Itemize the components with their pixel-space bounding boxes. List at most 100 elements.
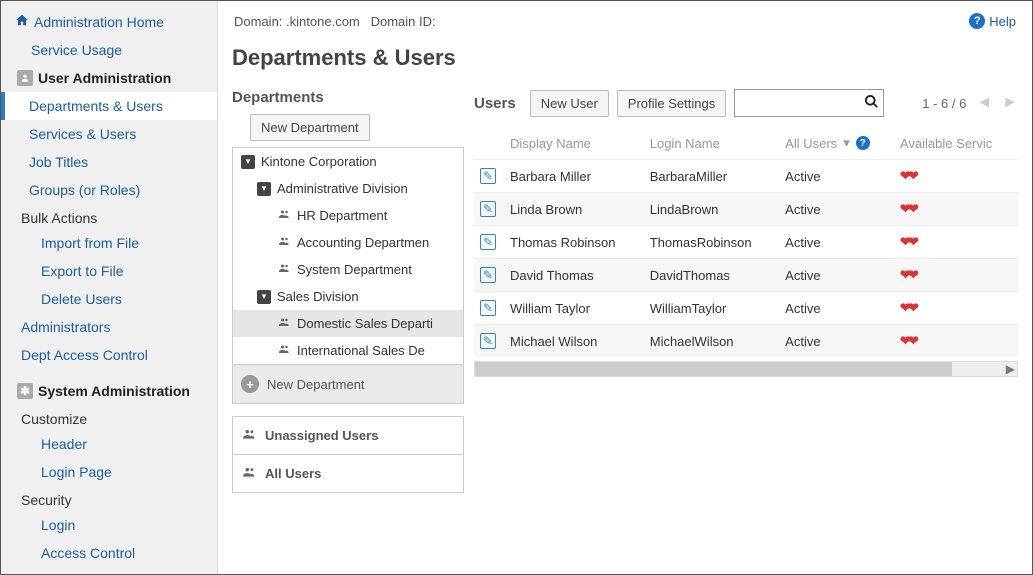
pager-prev-icon[interactable]: ◄ [976, 94, 992, 112]
add-department-row[interactable]: + New Department [233, 364, 463, 403]
tree-root[interactable]: ▾ Kintone Corporation [233, 148, 463, 175]
tree-sales-division[interactable]: ▾ Sales Division [233, 283, 463, 310]
collapse-icon[interactable]: ▾ [257, 290, 271, 304]
all-users-link[interactable]: All Users [233, 454, 463, 492]
users-icon [277, 262, 291, 277]
users-header: Users New User Profile Settings 1 - 6 / … [474, 89, 1018, 117]
nav-header[interactable]: Header [1, 430, 217, 458]
cell-login-name: ThomasRobinson [644, 226, 779, 259]
cell-display-name: Michael Wilson [504, 325, 644, 358]
users-icon [241, 427, 257, 444]
tree-label: System Department [297, 262, 412, 277]
tree-label: Domestic Sales Departi [297, 316, 433, 331]
nav-departments-users[interactable]: Departments & Users [1, 92, 217, 120]
search-icon[interactable] [864, 94, 879, 113]
department-tree: ▾ Kintone Corporation ▾ Administrative D… [232, 147, 464, 404]
nav-export-file[interactable]: Export to File [1, 257, 217, 285]
nav-label: Administration Home [34, 14, 164, 30]
tree-label: HR Department [297, 208, 387, 223]
profile-settings-button[interactable]: Profile Settings [617, 90, 726, 117]
table-row: ✎Linda BrownLindaBrownActive❤❤ [474, 193, 1018, 226]
departments-heading: Departments [232, 89, 464, 106]
edit-icon[interactable]: ✎ [480, 333, 496, 349]
cell-display-name: Thomas Robinson [504, 226, 644, 259]
edit-icon[interactable]: ✎ [480, 234, 496, 250]
top-bar: Domain: .kintone.com Domain ID: ? Help [232, 9, 1018, 39]
heart-icon: ❤❤ [900, 267, 916, 282]
new-department-button[interactable]: New Department [250, 114, 370, 141]
help-icon[interactable]: ? [856, 136, 870, 150]
nav-login[interactable]: Login [1, 511, 217, 539]
search-container [734, 89, 884, 117]
horizontal-scrollbar[interactable]: ▶ [474, 361, 1018, 377]
scrollbar-thumb[interactable] [475, 362, 952, 376]
tree-label: International Sales De [297, 343, 425, 358]
help-label: Help [989, 14, 1016, 29]
tree-admin-division[interactable]: ▾ Administrative Division [233, 175, 463, 202]
domain-value: .kintone.com [286, 14, 360, 29]
users-icon [277, 208, 291, 223]
tree-international-sales[interactable]: International Sales De [233, 337, 463, 364]
tree-domestic-sales[interactable]: Domestic Sales Departi [233, 310, 463, 337]
nav-groups-roles[interactable]: Groups (or Roles) [1, 176, 217, 204]
section-label: User Administration [38, 70, 171, 86]
search-input[interactable] [734, 89, 884, 117]
new-user-button[interactable]: New User [530, 90, 609, 117]
scroll-right-icon[interactable]: ▶ [1006, 362, 1015, 376]
col-display-name: Display Name [504, 127, 644, 160]
nav-delete-users[interactable]: Delete Users [1, 285, 217, 313]
nav-job-titles[interactable]: Job Titles [1, 148, 217, 176]
nav-access-control[interactable]: Access Control [1, 539, 217, 567]
tree-label: Kintone Corporation [261, 154, 377, 169]
edit-icon[interactable]: ✎ [480, 168, 496, 184]
cell-services: ❤❤ [894, 160, 1018, 193]
collapse-icon[interactable]: ▾ [257, 182, 271, 196]
nav-login-page[interactable]: Login Page [1, 458, 217, 486]
heart-icon: ❤❤ [900, 333, 916, 348]
unassigned-users-link[interactable]: Unassigned Users [233, 417, 463, 454]
tree-system[interactable]: System Department [233, 256, 463, 283]
heart-icon: ❤❤ [900, 234, 916, 249]
cell-services: ❤❤ [894, 259, 1018, 292]
tree-label: Accounting Departmen [297, 235, 429, 250]
help-link[interactable]: ? Help [969, 13, 1016, 29]
sidebar: Administration Home Service Usage User A… [1, 1, 218, 574]
collapse-icon[interactable]: ▾ [241, 155, 255, 169]
users-column: Users New User Profile Settings 1 - 6 / … [474, 89, 1018, 493]
cell-services: ❤❤ [894, 193, 1018, 226]
table-row: ✎David ThomasDavidThomasActive❤❤ [474, 259, 1018, 292]
domain-id-label: Domain ID: [371, 14, 436, 29]
nav-services-users[interactable]: Services & Users [1, 120, 217, 148]
heart-icon: ❤❤ [900, 201, 916, 216]
users-icon [277, 235, 291, 250]
tree-hr[interactable]: HR Department [233, 202, 463, 229]
tree-accounting[interactable]: Accounting Departmen [233, 229, 463, 256]
nav-dept-access[interactable]: Dept Access Control [1, 341, 217, 369]
nav-session-settings[interactable]: Session Settings [1, 567, 217, 574]
table-row: ✎William TaylorWilliamTaylorActive❤❤ [474, 292, 1018, 325]
nav-service-usage[interactable]: Service Usage [1, 36, 217, 64]
edit-icon[interactable]: ✎ [480, 201, 496, 217]
edit-icon[interactable]: ✎ [480, 300, 496, 316]
cell-display-name: William Taylor [504, 292, 644, 325]
nav-administration-home[interactable]: Administration Home [1, 7, 217, 36]
section-label: System Administration [38, 383, 190, 399]
help-icon: ? [969, 13, 985, 29]
edit-icon[interactable]: ✎ [480, 267, 496, 283]
gear-icon: ✱ [17, 383, 33, 399]
table-row: ✎Barbara MillerBarbaraMillerActive❤❤ [474, 160, 1018, 193]
group-customize: Customize [1, 405, 217, 430]
nav-import-file[interactable]: Import from File [1, 229, 217, 257]
users-icon [277, 316, 291, 331]
home-icon [15, 13, 29, 30]
cell-services: ❤❤ [894, 325, 1018, 358]
page-title: Departments & Users [232, 45, 1018, 71]
filter-label: All Users [785, 136, 837, 151]
section-user-administration: User Administration [1, 64, 217, 92]
cell-services: ❤❤ [894, 226, 1018, 259]
all-users-label: All Users [265, 466, 321, 481]
nav-administrators[interactable]: Administrators [1, 313, 217, 341]
cell-status: Active [779, 259, 894, 292]
col-filter[interactable]: All Users ▾ ? [779, 127, 894, 160]
pager-next-icon[interactable]: ► [1002, 94, 1018, 112]
